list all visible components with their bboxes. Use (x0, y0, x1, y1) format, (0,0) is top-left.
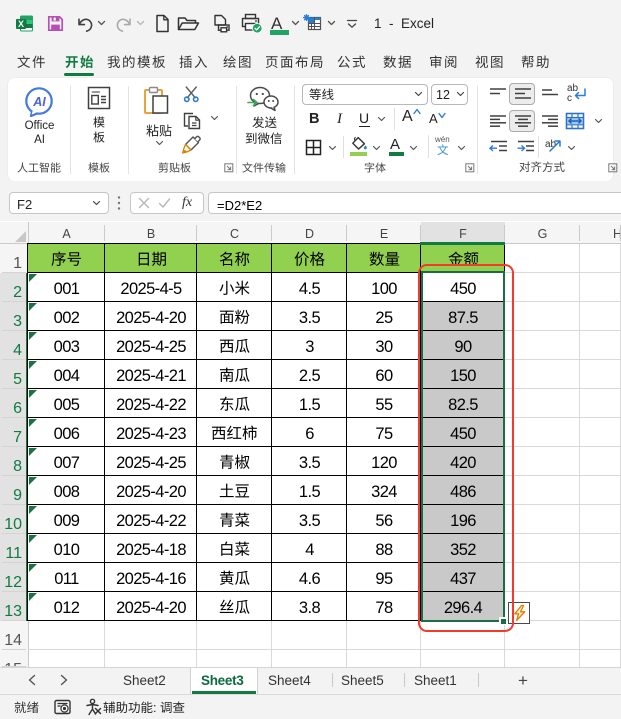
svg-text:X: X (18, 19, 24, 29)
svg-text:AI: AI (32, 95, 46, 109)
